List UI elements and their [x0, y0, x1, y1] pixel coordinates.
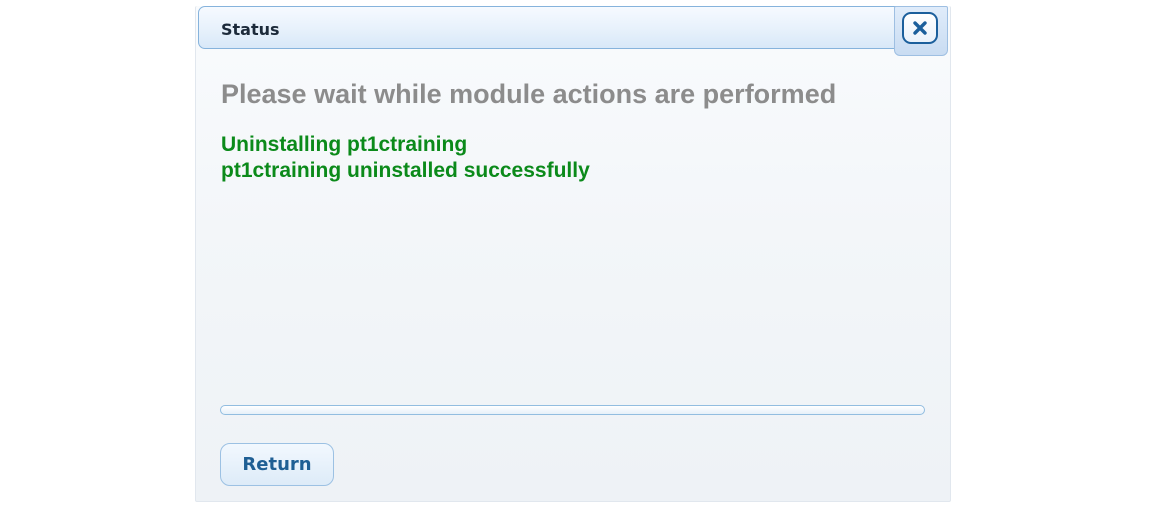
- log-line: Uninstalling pt1ctraining: [221, 133, 468, 156]
- close-button-container: [894, 6, 948, 56]
- close-x-icon: [913, 21, 927, 35]
- dialog-title: Status: [221, 20, 280, 39]
- action-log: Uninstalling pt1ctraining pt1ctraining u…: [221, 132, 590, 184]
- progress-bar: [220, 405, 925, 415]
- dialog-titlebar: Status: [198, 6, 942, 49]
- log-line: pt1ctraining uninstalled successfully: [221, 159, 590, 182]
- status-heading: Please wait while module actions are per…: [221, 79, 837, 109]
- status-dialog: Status Please wait while module actions …: [195, 6, 951, 502]
- close-button[interactable]: [902, 12, 938, 44]
- return-button[interactable]: Return: [220, 443, 334, 486]
